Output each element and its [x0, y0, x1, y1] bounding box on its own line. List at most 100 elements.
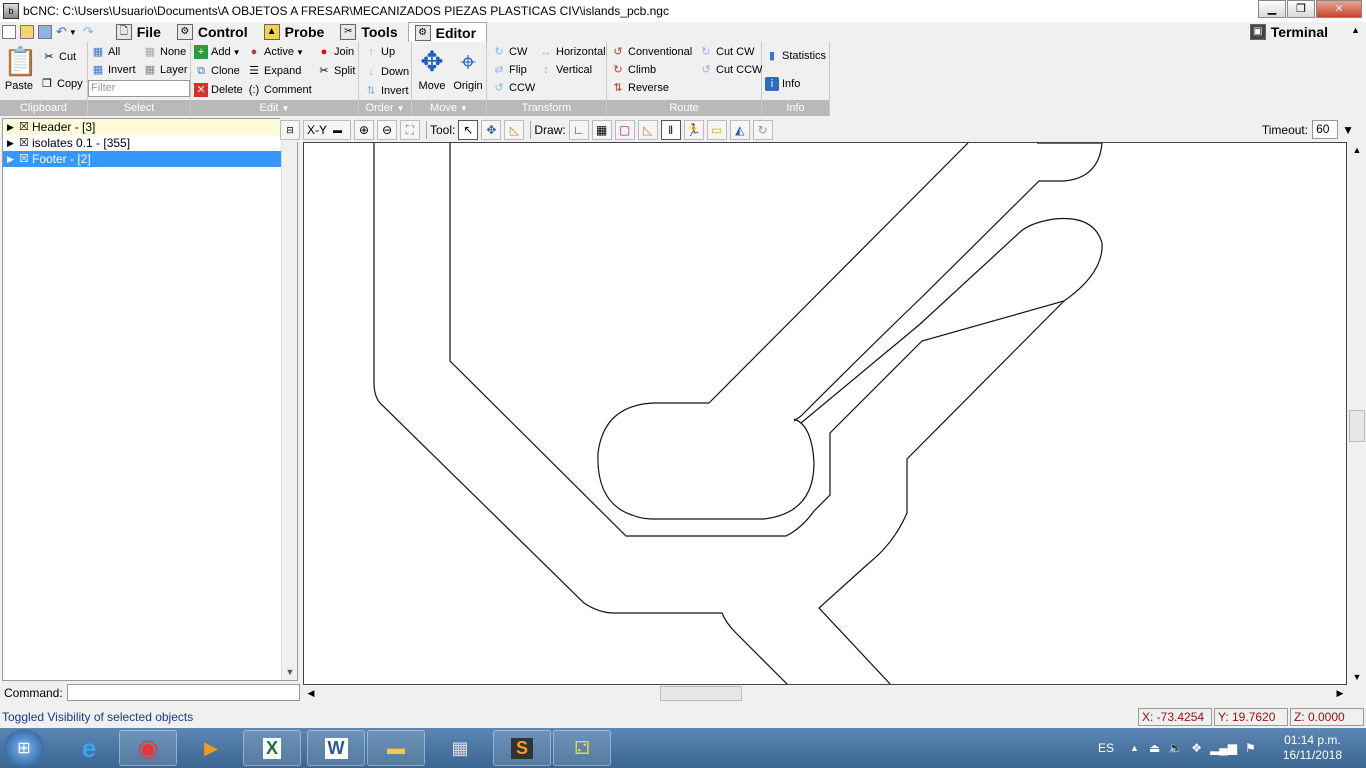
- mirror-horizontal-button[interactable]: ↔ Horizontal: [539, 45, 606, 59]
- new-file-icon[interactable]: [2, 25, 16, 39]
- draw-paths-button[interactable]: ‖: [660, 120, 681, 140]
- minimize-button[interactable]: ▁: [1258, 0, 1286, 18]
- rotate-ccw-button[interactable]: ↺ CCW: [492, 81, 535, 95]
- split-button[interactable]: ✂ Split: [317, 64, 355, 78]
- vertical-scroll-thumb[interactable]: [1349, 410, 1365, 442]
- select-invert-button[interactable]: ▦ Invert: [91, 63, 136, 77]
- taskbar-calculator[interactable]: ▦: [431, 730, 489, 766]
- paste-button[interactable]: 📋 Paste: [2, 46, 38, 92]
- ruler-tool-button[interactable]: ◺: [504, 120, 525, 140]
- network-icon[interactable]: ▂▄▆: [1210, 741, 1237, 755]
- draw-axes-button[interactable]: ∟: [568, 120, 589, 140]
- scroll-left-icon[interactable]: ◀: [303, 685, 319, 702]
- taskbar-python[interactable]: ⚁: [553, 730, 611, 766]
- order-up-button[interactable]: ↑ Up: [364, 45, 395, 59]
- flip-button[interactable]: ⇄ Flip: [492, 63, 526, 77]
- undo-icon[interactable]: ↶: [56, 24, 67, 40]
- tab-control[interactable]: ⚙ Control: [171, 22, 258, 42]
- canvas-vertical-scrollbar[interactable]: ▲ ▼: [1348, 142, 1366, 685]
- expand-arrow-icon[interactable]: ▶: [7, 151, 19, 167]
- order-invert-button[interactable]: ⇅ Invert: [364, 84, 408, 98]
- origin-button[interactable]: ⌖ Origin: [450, 46, 486, 92]
- taskbar-media-player[interactable]: ▶: [182, 730, 240, 766]
- start-button[interactable]: ⊞: [4, 729, 44, 767]
- scroll-up-icon[interactable]: ▲: [1348, 142, 1366, 158]
- tab-file[interactable]: 🗋 File: [110, 22, 171, 42]
- taskbar-explorer[interactable]: ▬: [367, 730, 425, 766]
- select-none-button[interactable]: ▦ None: [143, 45, 187, 59]
- tree-item-isolates[interactable]: ▶ ☒ isolates 0.1 - [355]: [3, 135, 297, 151]
- filter-input[interactable]: Filter: [88, 80, 190, 97]
- expand-button[interactable]: ☰ Expand: [247, 64, 301, 78]
- maximize-button[interactable]: ❐: [1287, 0, 1315, 18]
- select-layer-button[interactable]: ▦ Layer: [143, 63, 188, 77]
- active-button[interactable]: ● Active ▼: [247, 45, 304, 59]
- horizontal-scroll-thumb[interactable]: [660, 686, 742, 701]
- volume-icon[interactable]: 🔈: [1168, 741, 1183, 755]
- tab-tools[interactable]: ✂ Tools: [334, 22, 407, 42]
- climb-button[interactable]: ↻ Climb: [611, 63, 656, 77]
- close-button[interactable]: ✕: [1316, 0, 1362, 18]
- mirror-vertical-button[interactable]: ↕ Vertical: [539, 63, 592, 77]
- language-indicator[interactable]: ES: [1098, 741, 1114, 755]
- tab-terminal[interactable]: ▣ Terminal: [1244, 22, 1338, 42]
- draw-grid-button[interactable]: ▦: [591, 120, 612, 140]
- move-group-label[interactable]: Move ▼: [412, 100, 486, 116]
- dropdown-icon[interactable]: ▼: [69, 28, 77, 37]
- zoom-fit-button[interactable]: ⛶: [400, 120, 420, 140]
- statistics-button[interactable]: ▮ Statistics: [765, 49, 826, 63]
- clone-button[interactable]: ⧉ Clone: [194, 64, 240, 78]
- expand-arrow-icon[interactable]: ▶: [7, 119, 19, 135]
- delete-button[interactable]: ✕ Delete: [194, 83, 243, 97]
- visibility-checkbox-icon[interactable]: ☒: [19, 119, 32, 135]
- timeout-input[interactable]: 60: [1312, 120, 1339, 139]
- comment-button[interactable]: (:) Comment: [247, 83, 312, 97]
- tree-item-footer[interactable]: ▶ ☒ Footer - [2]: [3, 151, 297, 167]
- timeout-dropdown-icon[interactable]: ▼: [1342, 123, 1354, 137]
- draw-margins-button[interactable]: ▢: [614, 120, 635, 140]
- command-input[interactable]: [67, 684, 300, 701]
- view-select[interactable]: X-Y ▬: [303, 120, 351, 140]
- select-tool-button[interactable]: ↖: [458, 120, 479, 140]
- conventional-button[interactable]: ↺ Conventional: [611, 45, 692, 59]
- select-all-button[interactable]: ▦ All: [91, 45, 120, 59]
- move-button[interactable]: ✥ Move: [415, 46, 449, 92]
- taskbar-chrome[interactable]: ◉: [119, 730, 177, 766]
- taskbar-excel[interactable]: X: [243, 730, 301, 766]
- cut-ccw-button[interactable]: ↺ Cut CCW: [699, 63, 762, 77]
- copy-button[interactable]: ❐ Copy: [40, 77, 83, 91]
- info-button[interactable]: i Info: [765, 77, 800, 91]
- draw-probe-button[interactable]: ◺: [637, 120, 658, 140]
- dropbox-icon[interactable]: ❖: [1191, 741, 1202, 755]
- tree-item-header[interactable]: ▶ ☒ Header - [3]: [3, 119, 297, 135]
- visibility-checkbox-icon[interactable]: ☒: [19, 151, 32, 167]
- scroll-down-icon[interactable]: ▼: [1348, 669, 1366, 685]
- taskbar-sublime[interactable]: S: [493, 730, 551, 766]
- pan-tool-button[interactable]: ✥: [481, 120, 502, 140]
- clock[interactable]: 01:14 p.m. 16/11/2018: [1283, 733, 1342, 763]
- tab-editor[interactable]: ⚙ Editor: [407, 22, 488, 42]
- expand-arrow-icon[interactable]: ▶: [7, 135, 19, 151]
- cut-cw-button[interactable]: ↻ Cut CW: [699, 45, 754, 59]
- save-icon[interactable]: [38, 25, 52, 39]
- order-down-button[interactable]: ↓ Down: [364, 65, 409, 79]
- redo-icon[interactable]: ↷: [83, 24, 94, 40]
- gcode-canvas[interactable]: [303, 142, 1347, 685]
- order-group-label[interactable]: Order ▼: [359, 100, 411, 116]
- scroll-right-icon[interactable]: ▶: [1332, 685, 1348, 702]
- canvas-horizontal-scrollbar[interactable]: ◀ ▶: [303, 685, 1348, 702]
- zoom-in-button[interactable]: ⊕: [354, 120, 374, 140]
- action-center-flag-icon[interactable]: ⚑: [1245, 741, 1256, 755]
- taskbar-word[interactable]: W: [307, 730, 365, 766]
- tree-scrollbar[interactable]: ▼: [281, 119, 297, 680]
- taskbar-ie[interactable]: e: [60, 730, 118, 766]
- edit-group-label[interactable]: Edit ▼: [191, 100, 358, 116]
- redraw-button[interactable]: ↻: [752, 120, 773, 140]
- scroll-down-icon[interactable]: ▼: [282, 664, 298, 680]
- tray-expand-icon[interactable]: ▲: [1130, 743, 1139, 753]
- cut-button[interactable]: ✂ Cut: [42, 50, 76, 64]
- usb-icon[interactable]: ⏏: [1149, 741, 1160, 755]
- open-folder-icon[interactable]: [20, 25, 34, 39]
- draw-workarea-button[interactable]: ▭: [706, 120, 727, 140]
- join-button[interactable]: ● Join: [317, 45, 355, 59]
